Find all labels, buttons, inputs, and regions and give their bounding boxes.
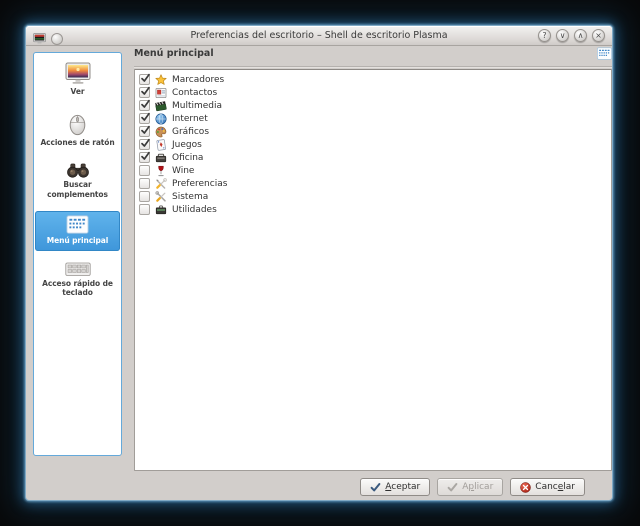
graphics-icon — [155, 126, 167, 138]
header-separator — [134, 66, 612, 68]
menu-item-row: Marcadores — [139, 73, 611, 86]
checkbox-checked[interactable] — [139, 125, 150, 137]
menu-item-row: Internet — [139, 112, 611, 125]
settings-window: Preferencias del escritorio – Shell de e… — [25, 25, 613, 501]
checkbox-checked[interactable] — [139, 73, 150, 85]
menu-item-label: Sistema — [172, 191, 209, 202]
multimedia-icon — [155, 100, 167, 112]
binoculars-icon — [37, 163, 118, 178]
window-title: Preferencias del escritorio – Shell de e… — [190, 30, 448, 41]
apply-check-icon — [447, 482, 458, 493]
checkbox-unchecked[interactable] — [139, 204, 150, 215]
office-icon — [155, 152, 167, 164]
checkbox-unchecked[interactable] — [139, 178, 150, 189]
monitor-icon — [37, 62, 118, 85]
page-title: Menú principal — [134, 48, 214, 59]
titlebar[interactable]: Preferencias del escritorio – Shell de e… — [26, 26, 612, 46]
accept-button[interactable]: Aceptar — [360, 478, 431, 496]
desktop-background: Preferencias del escritorio – Shell de e… — [0, 0, 640, 526]
sidebar-item-label: Acciones de ratón — [40, 137, 115, 147]
help-button[interactable]: ? — [538, 29, 551, 42]
sidebar-item-acceso-rapido-de-teclado[interactable]: Acceso rápido de teclado — [35, 258, 120, 303]
internet-icon — [155, 113, 167, 125]
menu-item-row: Multimedia — [139, 99, 611, 112]
sidebar-item-acciones-de-raton[interactable]: Acciones de ratón — [35, 109, 120, 153]
minimize-button[interactable]: ∨ — [556, 29, 569, 42]
menu-item-label: Multimedia — [172, 100, 223, 111]
menu-grid-icon — [597, 47, 612, 60]
wine-icon — [155, 165, 167, 177]
close-button[interactable]: × — [592, 29, 605, 42]
apply-button-label: Aplicar — [462, 482, 494, 492]
maximize-button[interactable]: ∧ — [574, 29, 587, 42]
apply-button[interactable]: Aplicar — [437, 478, 504, 496]
cancel-icon — [520, 481, 532, 493]
sidebar-item-menu-principal[interactable]: Menú principal — [35, 211, 120, 251]
sidebar-item-ver[interactable]: Ver — [35, 58, 120, 102]
menu-item-row: Gráficos — [139, 125, 611, 138]
menu-item-row: Juegos — [139, 138, 611, 151]
star-icon — [155, 73, 167, 86]
accept-check-icon — [370, 482, 381, 493]
menu-item-row: Contactos — [139, 86, 611, 99]
sidebar-item-label: Menú principal — [46, 236, 109, 245]
content-header: Menú principal — [134, 45, 612, 62]
preferences-icon — [155, 177, 167, 190]
sidebar-item-label: Buscar complementos — [47, 180, 108, 199]
system-icon — [155, 190, 167, 203]
checkbox-checked[interactable] — [139, 112, 150, 124]
menu-item-row: Sistema — [139, 190, 611, 203]
menu-item-label: Gráficos — [172, 126, 210, 137]
contacts-icon — [155, 87, 167, 99]
utilities-icon — [155, 204, 167, 216]
checkbox-checked[interactable] — [139, 86, 150, 98]
checkbox-checked[interactable] — [139, 99, 150, 111]
menu-grid-icon — [37, 215, 118, 234]
menu-item-list: Marcadores Contactos Multimedia Internet… — [134, 69, 612, 471]
accept-button-label: Aceptar — [385, 482, 421, 492]
checkbox-checked[interactable] — [139, 151, 150, 163]
menu-item-label: Juegos — [172, 139, 202, 150]
sidebar-item-label: Acceso rápido de teclado — [42, 278, 113, 298]
checkbox-unchecked[interactable] — [139, 191, 150, 202]
cancel-button[interactable]: Cancelar — [510, 478, 585, 496]
games-icon — [155, 138, 167, 151]
mouse-icon — [37, 113, 118, 136]
sidebar: Ver Acciones de ratón Buscar complemento… — [33, 52, 122, 456]
menu-item-label: Internet — [172, 113, 208, 124]
menu-item-row: Oficina — [139, 151, 611, 164]
menu-item-row: Utilidades — [139, 203, 611, 216]
menu-item-label: Marcadores — [172, 74, 225, 85]
checkbox-unchecked[interactable] — [139, 165, 150, 176]
menu-item-row: Wine — [139, 164, 611, 177]
cancel-button-label: Cancelar — [535, 482, 575, 492]
menu-item-label: Oficina — [172, 152, 204, 163]
checkbox-checked[interactable] — [139, 138, 150, 150]
keyboard-icon — [37, 262, 118, 277]
menu-item-label: Utilidades — [172, 204, 217, 215]
window-menu-button[interactable] — [51, 32, 63, 45]
menu-item-label: Preferencias — [172, 178, 228, 189]
sidebar-item-buscar-complementos[interactable]: Buscar complementos — [35, 159, 120, 204]
menu-item-label: Contactos — [172, 87, 218, 98]
menu-item-row: Preferencias — [139, 177, 611, 190]
menu-item-label: Wine — [172, 165, 195, 176]
footer-buttons: Aceptar Aplicar Cancelar — [360, 478, 585, 496]
sidebar-item-label: Ver — [70, 87, 85, 96]
app-icon — [33, 29, 46, 48]
